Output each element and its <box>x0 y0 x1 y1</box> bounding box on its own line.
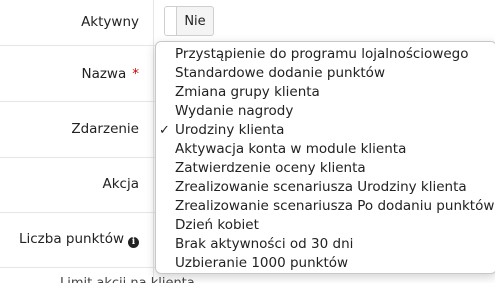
name-label: Nazwa <box>81 66 127 82</box>
dropdown-option-label: Wydanie nagrody <box>175 103 294 119</box>
checkmark-icon: ✓ <box>159 123 170 138</box>
dropdown-option[interactable]: Wydanie nagrody <box>156 102 495 121</box>
required-mark: * <box>132 66 139 82</box>
active-toggle[interactable]: Nie <box>164 6 214 36</box>
points-label: Liczba punktów <box>18 231 124 247</box>
dropdown-option[interactable]: Standardowe dodanie punktów <box>156 64 495 83</box>
dropdown-option[interactable]: Brak aktywności od 30 dni <box>156 235 495 254</box>
dropdown-option-label: Uzbieranie 1000 punktów <box>175 255 349 271</box>
dropdown-option-label: Zrealizowanie scenariusza Po dodaniu pun… <box>175 198 495 214</box>
toggle-value: Nie <box>184 13 206 29</box>
dropdown-option[interactable]: Przystąpienie do programu lojalnościoweg… <box>156 45 495 64</box>
info-circle-icon[interactable]: i <box>128 237 139 248</box>
dropdown-option-label: Zrealizowanie scenariusza Urodziny klien… <box>175 179 467 195</box>
dropdown-option-label: Brak aktywności od 30 dni <box>175 236 354 252</box>
event-label: Zdarzenie <box>71 121 139 137</box>
dropdown-option[interactable]: ✓ Urodziny klienta <box>156 121 495 140</box>
dropdown-option[interactable]: Aktywacja konta w module klienta <box>156 140 495 159</box>
active-label: Aktywny <box>81 14 139 30</box>
toggle-knob <box>165 7 177 35</box>
points-label-wrap: Liczba punktów i <box>19 231 139 248</box>
dropdown-option[interactable]: Zrealizowanie scenariusza Urodziny klien… <box>156 178 495 197</box>
dropdown-option-label: Zatwierdzenie oceny klienta <box>175 160 366 176</box>
dropdown-option[interactable]: Zrealizowanie scenariusza Po dodaniu pun… <box>156 197 495 216</box>
dropdown-option[interactable]: Dzień kobiet <box>156 216 495 235</box>
dropdown-option-label: Aktywacja konta w module klienta <box>175 141 407 157</box>
name-label-wrap: Nazwa * <box>81 66 139 82</box>
dropdown-option[interactable]: Zmiana grupy klienta <box>156 83 495 102</box>
next-row-label-partial: Limit akcji na klienta <box>60 276 195 283</box>
column-divider <box>153 0 154 283</box>
dropdown-option-label: Standardowe dodanie punktów <box>175 65 385 81</box>
dropdown-option-label: Dzień kobiet <box>175 217 259 233</box>
dropdown-option-label: Urodziny klienta <box>175 122 285 138</box>
event-dropdown-list[interactable]: Przystąpienie do programu lojalnościoweg… <box>155 41 495 274</box>
action-label: Akcja <box>102 176 140 192</box>
dropdown-option[interactable]: Uzbieranie 1000 punktów <box>156 254 495 273</box>
dropdown-option-label: Przystąpienie do programu lojalnościoweg… <box>175 46 469 62</box>
dropdown-option[interactable]: Zatwierdzenie oceny klienta <box>156 159 495 178</box>
dropdown-option-label: Zmiana grupy klienta <box>175 84 320 100</box>
